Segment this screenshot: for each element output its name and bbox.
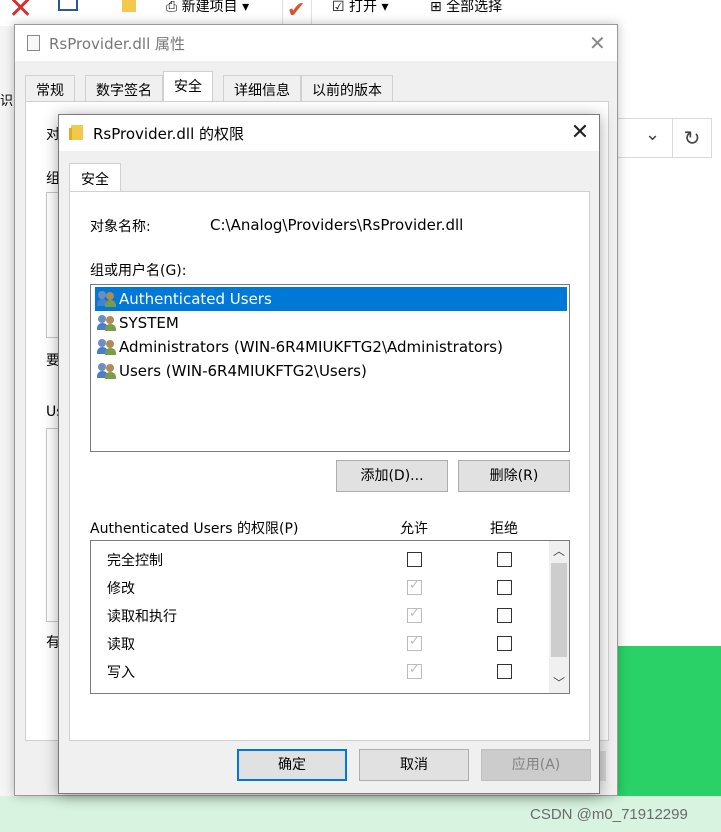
deny-checkbox[interactable] bbox=[497, 552, 512, 567]
users-icon bbox=[97, 315, 117, 331]
users-icon bbox=[97, 339, 117, 355]
scroll-down-icon[interactable]: ﹀ bbox=[549, 673, 569, 693]
close-icon[interactable]: ✕ bbox=[589, 31, 606, 55]
view-icon[interactable] bbox=[58, 0, 84, 12]
allow-checkbox[interactable] bbox=[407, 552, 422, 567]
refresh-icon[interactable]: ↻ bbox=[672, 118, 712, 158]
tab-security[interactable]: 安全 bbox=[163, 71, 213, 101]
list-item[interactable]: Users (WIN-6R4MIUKFTG2\Users) bbox=[95, 359, 567, 383]
deny-checkbox[interactable] bbox=[497, 636, 512, 651]
allow-header: 允许 bbox=[400, 521, 428, 537]
permission-row: 完全控制 bbox=[91, 545, 551, 573]
tab-security[interactable]: 安全 bbox=[69, 163, 121, 193]
add-button[interactable]: 添加(D)... bbox=[336, 460, 448, 492]
explorer-side-label: 识 bbox=[0, 94, 14, 109]
permission-row: 读取和执行 bbox=[91, 601, 551, 629]
list-item[interactable]: Authenticated Users bbox=[95, 287, 567, 311]
permissions-titlebar: RsProvider.dll 的权限 ✕ bbox=[59, 115, 599, 151]
tab-general[interactable]: 常规 bbox=[25, 75, 75, 101]
security-panel: 对象名称: C:\Analog\Providers\RsProvider.dll… bbox=[69, 191, 590, 741]
close-icon[interactable]: ✕ bbox=[569, 120, 591, 145]
tab-details[interactable]: 详细信息 bbox=[223, 75, 301, 101]
permissions-list[interactable]: 完全控制 修改 读取和执行 读取 写入 bbox=[90, 540, 570, 694]
users-icon bbox=[97, 363, 117, 379]
users-icon bbox=[97, 291, 117, 307]
allow-checkbox[interactable] bbox=[407, 606, 422, 623]
allow-checkbox[interactable] bbox=[407, 578, 422, 595]
user-name: Users (WIN-6R4MIUKFTG2\Users) bbox=[119, 362, 367, 380]
allow-checkbox[interactable] bbox=[407, 662, 422, 679]
user-name: Administrators (WIN-6R4MIUKFTG2\Administ… bbox=[119, 338, 503, 356]
folder-icon[interactable] bbox=[122, 0, 142, 12]
explorer-left-strip: 识 bbox=[0, 26, 14, 832]
list-item[interactable]: Administrators (WIN-6R4MIUKFTG2\Administ… bbox=[95, 335, 567, 359]
chevron-down-icon[interactable]: ⌄ bbox=[645, 124, 660, 145]
list-item[interactable]: SYSTEM bbox=[95, 311, 567, 335]
properties-title: RsProvider.dll 属性 bbox=[49, 35, 186, 53]
permission-name: 写入 bbox=[107, 665, 135, 681]
object-path: C:\Analog\Providers\RsProvider.dll bbox=[210, 216, 464, 234]
deny-checkbox[interactable] bbox=[497, 580, 512, 595]
users-list[interactable]: Authenticated Users SYSTEM Administrator… bbox=[90, 284, 570, 452]
deny-header: 拒绝 bbox=[490, 521, 518, 537]
deny-checkbox[interactable] bbox=[497, 608, 512, 623]
permission-row: 写入 bbox=[91, 657, 551, 685]
select-all-button[interactable]: ⊞ 全部选择 bbox=[430, 0, 502, 16]
user-name: SYSTEM bbox=[119, 314, 179, 332]
properties-titlebar: RsProvider.dll 属性 ✕ bbox=[15, 25, 617, 61]
permissions-dialog: RsProvider.dll 的权限 ✕ 安全 对象名称: C:\Analog\… bbox=[58, 114, 600, 794]
permissions-scrollbar[interactable]: ︿ ﹀ bbox=[549, 541, 569, 693]
remove-button[interactable]: 删除(R) bbox=[458, 460, 570, 492]
group-or-user-label: 组或用户名(G): bbox=[90, 263, 187, 279]
delete-icon[interactable]: ✕ bbox=[8, 0, 33, 24]
user-name: Authenticated Users bbox=[119, 290, 272, 308]
explorer-ribbon: ✕ ⎙ 新建项目 ▾ ✔ ☑ 打开 ▾ ⊞ 全部选择 bbox=[0, 0, 721, 26]
tab-previous-versions[interactable]: 以前的版本 bbox=[301, 75, 393, 101]
allow-checkbox[interactable] bbox=[407, 634, 422, 651]
folder-icon bbox=[69, 125, 83, 140]
permissions-for-label: Authenticated Users 的权限(P) bbox=[90, 521, 299, 537]
tab-digital-signature[interactable]: 数字签名 bbox=[85, 75, 163, 101]
scroll-thumb[interactable] bbox=[551, 563, 567, 657]
checkmark-icon[interactable]: ✔ bbox=[287, 0, 305, 22]
object-name-label: 对象名称: bbox=[90, 219, 151, 235]
open-button[interactable]: ☑ 打开 ▾ bbox=[332, 0, 389, 16]
permission-name: 读取 bbox=[107, 637, 135, 653]
permission-name: 修改 bbox=[107, 581, 135, 597]
permission-row: 读取 bbox=[91, 629, 551, 657]
permissions-title: RsProvider.dll 的权限 bbox=[93, 125, 245, 143]
scroll-up-icon[interactable]: ︿ bbox=[549, 541, 569, 561]
permission-row: 修改 bbox=[91, 573, 551, 601]
file-icon bbox=[27, 35, 40, 51]
permission-name: 读取和执行 bbox=[107, 609, 177, 625]
permission-name: 完全控制 bbox=[107, 553, 163, 569]
watermark: CSDN @m0_71912299 bbox=[530, 806, 688, 823]
apply-button[interactable]: 应用(A) bbox=[481, 749, 591, 781]
ok-button[interactable]: 确定 bbox=[237, 749, 347, 781]
new-item-button[interactable]: ⎙ 新建项目 ▾ bbox=[166, 0, 249, 16]
cancel-button[interactable]: 取消 bbox=[359, 749, 469, 781]
deny-checkbox[interactable] bbox=[497, 664, 512, 679]
